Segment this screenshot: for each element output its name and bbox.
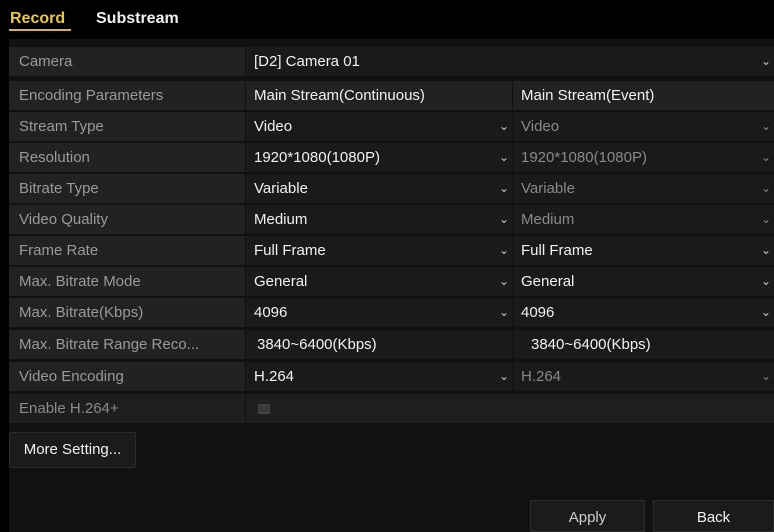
camera-select-value: [D2] Camera 01 [254,53,360,70]
chevron-down-icon: ⌄ [760,212,771,226]
chevron-down-icon: ⌄ [498,369,509,383]
stream-type-main-select[interactable]: Video ⌄ [246,112,512,141]
video-encoding-main-value: H.264 [254,368,295,385]
active-tab-indicator [9,29,71,31]
frame-rate-main-value: Full Frame [254,242,326,259]
bitrate-type-event-value: Variable [521,180,575,197]
max-bitrate-label: Max. Bitrate(Kbps) [9,298,245,327]
video-encoding-main-select[interactable]: H.264 ⌄ [246,362,512,391]
tab-record[interactable]: Record [10,10,65,28]
chevron-down-icon: ⌄ [760,54,771,68]
max-bitrate-mode-main-value: General [254,273,308,290]
tab-bar: Record Substream [0,0,774,31]
max-bitrate-main-value: 4096 [254,304,288,321]
max-bitrate-main-select[interactable]: 4096 ⌄ [246,298,512,327]
enable-h264plus-checkbox[interactable] [258,404,270,414]
bitrate-type-event-select: Variable ⌄ [513,174,774,203]
enable-h264plus-cell [246,394,774,423]
chevron-down-icon: ⌄ [760,274,771,288]
enable-h264plus-label: Enable H.264+ [9,394,245,423]
max-bitrate-mode-event-value: General [521,273,575,290]
resolution-event-value: 1920*1080(1080P) [521,149,647,166]
max-bitrate-event-select[interactable]: 4096 ⌄ [513,298,774,327]
bitrate-type-main-select[interactable]: Variable ⌄ [246,174,512,203]
chevron-down-icon: ⌄ [498,150,509,164]
frame-rate-row: Frame Rate Full Frame ⌄ Full Frame ⌄ [9,236,774,267]
chevron-down-icon: ⌄ [498,181,509,195]
back-button[interactable]: Back [653,500,774,532]
stream-type-row: Stream Type Video ⌄ Video ⌄ [9,112,774,143]
frame-rate-event-select[interactable]: Full Frame ⌄ [513,236,774,265]
camera-label: Camera [9,47,245,76]
main-stream-event-header: Main Stream(Event) [513,81,774,110]
video-encoding-event-value: H.264 [521,368,562,385]
chevron-down-icon: ⌄ [498,212,509,226]
video-quality-event-value: Medium [521,211,575,228]
max-bitrate-mode-event-select[interactable]: General ⌄ [513,267,774,296]
video-quality-label: Video Quality [9,205,245,234]
video-quality-event-select: Medium ⌄ [513,205,774,234]
more-setting-button[interactable]: More Setting... [9,432,136,468]
chevron-down-icon: ⌄ [498,243,509,257]
chevron-down-icon: ⌄ [760,119,771,133]
max-bitrate-range-main-value: 3840~6400(Kbps) [246,330,512,359]
bitrate-type-main-value: Variable [254,180,308,197]
main-stream-continuous-header: Main Stream(Continuous) [246,81,512,110]
video-quality-row: Video Quality Medium ⌄ Medium ⌄ [9,205,774,236]
max-bitrate-mode-main-select[interactable]: General ⌄ [246,267,512,296]
chevron-down-icon: ⌄ [760,369,771,383]
video-encoding-event-select: H.264 ⌄ [513,362,774,391]
enable-h264plus-row: Enable H.264+ [9,394,774,425]
resolution-event-select: 1920*1080(1080P) ⌄ [513,143,774,172]
encoding-parameters-row: Encoding Parameters Main Stream(Continuo… [9,81,774,112]
max-bitrate-range-row: Max. Bitrate Range Reco... 3840~6400(Kbp… [9,330,774,361]
frame-rate-event-value: Full Frame [521,242,593,259]
tab-substream[interactable]: Substream [96,10,179,28]
resolution-label: Resolution [9,143,245,172]
video-quality-main-value: Medium [254,211,308,228]
stream-type-event-select: Video ⌄ [513,112,774,141]
chevron-down-icon: ⌄ [760,243,771,257]
video-encoding-label: Video Encoding [9,362,245,391]
camera-select[interactable]: [D2] Camera 01 ⌄ [246,47,774,76]
frame-rate-label: Frame Rate [9,236,245,265]
video-encoding-row: Video Encoding H.264 ⌄ H.264 ⌄ [9,362,774,393]
chevron-down-icon: ⌄ [498,274,509,288]
chevron-down-icon: ⌄ [498,119,509,133]
stream-type-event-value: Video [521,118,560,135]
max-bitrate-mode-label: Max. Bitrate Mode [9,267,245,296]
chevron-down-icon: ⌄ [760,181,771,195]
camera-row: Camera [D2] Camera 01 ⌄ [9,47,774,78]
video-quality-main-select[interactable]: Medium ⌄ [246,205,512,234]
resolution-main-select[interactable]: 1920*1080(1080P) ⌄ [246,143,512,172]
max-bitrate-mode-row: Max. Bitrate Mode General ⌄ General ⌄ [9,267,774,298]
bitrate-type-row: Bitrate Type Variable ⌄ Variable ⌄ [9,174,774,205]
encoding-parameters-label: Encoding Parameters [9,81,245,110]
max-bitrate-event-value: 4096 [521,304,555,321]
max-bitrate-range-event-value: 3840~6400(Kbps) [513,330,774,359]
resolution-main-value: 1920*1080(1080P) [254,149,380,166]
frame-rate-main-select[interactable]: Full Frame ⌄ [246,236,512,265]
resolution-row: Resolution 1920*1080(1080P) ⌄ 1920*1080(… [9,143,774,174]
max-bitrate-range-label: Max. Bitrate Range Reco... [9,330,245,359]
stream-type-main-value: Video [254,118,293,135]
bitrate-type-label: Bitrate Type [9,174,245,203]
chevron-down-icon: ⌄ [498,305,509,319]
stream-type-label: Stream Type [9,112,245,141]
chevron-down-icon: ⌄ [760,150,771,164]
chevron-down-icon: ⌄ [760,305,771,319]
apply-button[interactable]: Apply [530,500,645,532]
max-bitrate-row: Max. Bitrate(Kbps) 4096 ⌄ 4096 ⌄ [9,298,774,329]
